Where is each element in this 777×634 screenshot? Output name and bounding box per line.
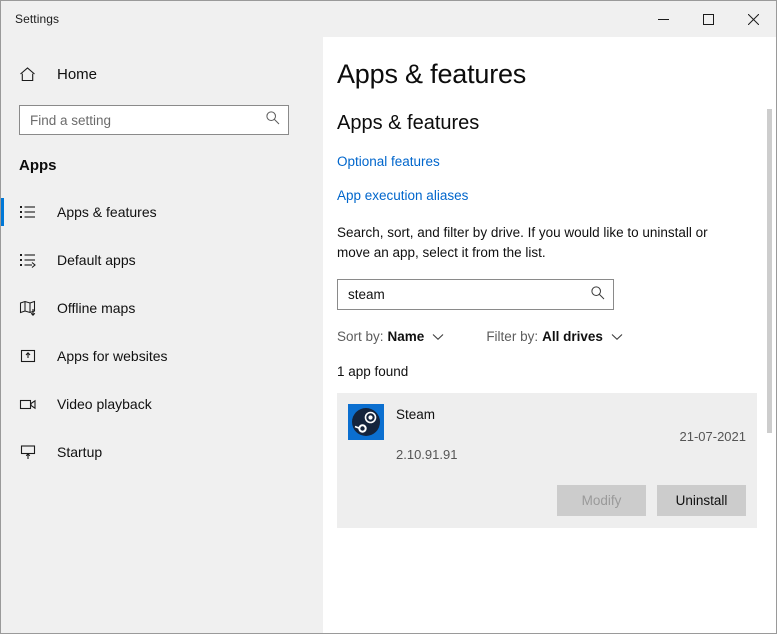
sidebar-item-apps-for-websites[interactable]: Apps for websites — [1, 332, 323, 380]
sidebar-item-video-playback[interactable]: Video playback — [1, 380, 323, 428]
map-download-icon — [19, 299, 43, 317]
description-text: Search, sort, and filter by drive. If yo… — [337, 223, 729, 263]
sidebar-group-heading: Apps — [19, 157, 323, 174]
app-search[interactable] — [337, 279, 614, 310]
sidebar-item-label: Startup — [57, 444, 102, 460]
uninstall-button[interactable]: Uninstall — [657, 485, 746, 516]
sort-by-label: Sort by: — [337, 329, 384, 344]
link-optional-features[interactable]: Optional features — [337, 154, 440, 169]
content-scrollbar[interactable] — [767, 109, 772, 433]
steam-icon — [348, 404, 384, 440]
filter-by-label: Filter by: — [486, 329, 538, 344]
modify-button[interactable]: Modify — [557, 485, 646, 516]
sidebar-item-default-apps[interactable]: Default apps — [1, 236, 323, 284]
maximize-icon — [703, 14, 714, 25]
filter-row: Sort by: Name Filter by: All drives — [337, 329, 776, 344]
window-controls — [641, 1, 776, 37]
window-title: Settings — [15, 12, 59, 26]
chevron-down-icon — [432, 333, 444, 341]
sidebar-search[interactable] — [19, 105, 289, 135]
title-bar: Settings — [1, 1, 776, 37]
home-icon — [19, 66, 41, 83]
list-arrow-icon — [19, 251, 43, 269]
link-app-execution-aliases[interactable]: App execution aliases — [337, 188, 468, 203]
close-icon — [748, 14, 759, 25]
sidebar-item-startup[interactable]: Startup — [1, 428, 323, 476]
app-actions: Modify Uninstall — [557, 485, 746, 516]
section-title: Apps & features — [337, 112, 776, 135]
app-list-item[interactable]: Steam 2.10.91.91 21-07-2021 Modify Unins… — [337, 393, 757, 528]
page-title: Apps & features — [337, 59, 776, 90]
settings-window: Settings — [0, 0, 777, 634]
search-input[interactable] — [30, 113, 265, 128]
sidebar-item-label: Video playback — [57, 396, 152, 412]
search-icon — [265, 110, 280, 130]
monitor-arrow-up-icon — [19, 443, 43, 461]
sidebar-home[interactable]: Home — [19, 59, 323, 89]
sidebar-item-offline-maps[interactable]: Offline maps — [1, 284, 323, 332]
sidebar-nav: Apps & features — [1, 188, 323, 476]
sidebar-item-apps-features[interactable]: Apps & features — [1, 188, 323, 236]
app-count-text: 1 app found — [337, 364, 776, 379]
minimize-icon — [658, 14, 669, 25]
box-arrow-up-icon — [19, 347, 43, 365]
sidebar-item-label: Apps for websites — [57, 348, 168, 364]
close-button[interactable] — [731, 1, 776, 37]
app-name: Steam — [396, 407, 435, 422]
sidebar-item-label: Default apps — [57, 252, 136, 268]
sidebar-home-label: Home — [57, 66, 97, 83]
filter-by-dropdown[interactable]: Filter by: All drives — [486, 329, 623, 344]
list-bullet-icon — [19, 203, 43, 221]
chevron-down-icon — [611, 333, 623, 341]
sidebar-item-label: Offline maps — [57, 300, 135, 316]
app-version: 2.10.91.91 — [396, 447, 457, 462]
app-install-date: 21-07-2021 — [680, 429, 747, 444]
filter-by-value: All drives — [542, 329, 603, 344]
search-icon — [590, 285, 605, 305]
maximize-button[interactable] — [686, 1, 731, 37]
sort-by-value: Name — [388, 329, 425, 344]
app-search-input[interactable] — [348, 287, 590, 302]
sidebar: Home Apps — [1, 37, 323, 633]
selection-indicator — [1, 198, 4, 226]
window-body: Home Apps — [1, 37, 776, 633]
video-camera-icon — [19, 395, 43, 413]
content-pane: Apps & features Apps & features Optional… — [323, 37, 776, 633]
sidebar-item-label: Apps & features — [57, 204, 157, 220]
minimize-button[interactable] — [641, 1, 686, 37]
app-list: Steam 2.10.91.91 21-07-2021 Modify Unins… — [337, 393, 776, 528]
sort-by-dropdown[interactable]: Sort by: Name — [337, 329, 444, 344]
